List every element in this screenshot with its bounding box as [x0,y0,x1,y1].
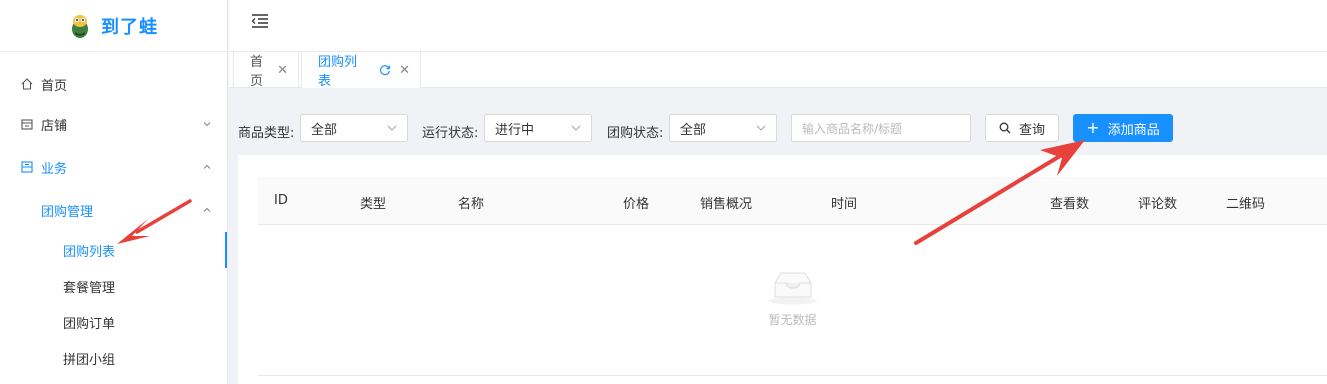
column-header: 销售概况 [700,197,753,212]
column-header: 名称 [458,197,485,212]
selected-indicator [225,232,227,268]
column-header: ID [274,193,288,208]
chevron-up-icon [203,207,211,212]
app-logo[interactable]: 到了蛙 [0,0,227,52]
empty-inbox-icon [768,272,817,305]
table-card: ID 类型 名称 价格 销售概况 时间 查看数 评论数 二维码 暂无数据 [238,155,1327,384]
sidebar-item-home[interactable]: 首页 [0,64,227,104]
column-header: 评论数 [1138,197,1178,212]
tab-label: 首页 [250,55,264,89]
sidebar-subitem-label: 团购订单 [63,316,116,332]
search-placeholder: 输入商品名称/标题 [802,121,903,136]
chevron-down-icon [756,125,766,131]
tab-bar: 首页 ✕ 团购列表 ✕ [229,52,1327,89]
home-icon [21,78,33,90]
run-select-value: 进行中 [495,122,535,138]
query-button[interactable]: 查询 [985,114,1059,142]
shop-icon [21,119,33,130]
group-status-select[interactable]: 全部 [669,114,777,142]
column-header: 类型 [360,197,387,212]
empty-state: 暂无数据 [258,247,1327,328]
sidebar-item-group-team[interactable]: 拼团小组 [0,338,227,378]
sidebar-subitem-label: 套餐管理 [63,280,116,296]
chevron-up-icon [203,164,211,169]
sidebar-item-groupbuy-orders[interactable]: 团购订单 [0,302,227,342]
business-icon [21,161,33,173]
column-header: 查看数 [1050,197,1090,212]
run-status-select[interactable]: 进行中 [484,114,592,142]
sidebar-item-shop[interactable]: 店铺 [0,104,227,144]
sidebar-group-groupbuy[interactable]: 团购管理 [0,190,227,230]
column-header: 二维码 [1226,197,1266,212]
close-icon[interactable]: ✕ [399,63,410,78]
type-select[interactable]: 全部 [300,114,408,142]
column-header: 价格 [623,197,650,212]
chevron-down-icon [203,122,211,127]
product-table: ID 类型 名称 价格 销售概况 时间 查看数 评论数 二维码 暂无数据 [258,177,1327,327]
tab-groupbuy-list[interactable]: 团购列表 ✕ [301,52,421,89]
plus-icon: + [1086,118,1100,137]
empty-text: 暂无数据 [768,313,817,327]
menu-fold-icon[interactable] [251,13,269,29]
table-header: ID 类型 名称 价格 销售概况 时间 查看数 评论数 二维码 [258,177,1327,225]
sidebar-item-business[interactable]: 业务 [0,147,227,187]
sidebar-subitem-label: 团购列表 [63,244,116,260]
sidebar-subitem-label: 拼团小组 [63,352,116,368]
top-header [229,0,1327,52]
run-filter-label: 运行状态: [422,126,479,141]
frog-logo-icon [72,14,88,38]
tab-home[interactable]: 首页 ✕ [233,52,299,89]
sidebar-item-label: 店铺 [41,118,68,134]
app-name: 到了蛙 [101,16,158,38]
table-divider [258,375,1327,376]
sidebar-group-label: 团购管理 [41,204,94,220]
sidebar-item-label: 业务 [41,161,68,177]
type-filter-label: 商品类型: [238,126,295,141]
query-button-label: 查询 [1018,122,1045,138]
main-content: 商品类型: 全部 运行状态: 进行中 团购状态: 全部 输入商品名称/标题 查询… [229,89,1327,384]
search-icon [999,122,1011,134]
tab-label: 团购列表 [318,55,358,89]
search-input[interactable]: 输入商品名称/标题 [791,114,971,142]
sidebar-item-package[interactable]: 套餐管理 [0,266,227,306]
add-button-label: 添加商品 [1107,122,1160,138]
close-icon[interactable]: ✕ [277,63,288,78]
add-product-button[interactable]: + 添加商品 [1073,114,1173,142]
sidebar-item-label: 首页 [41,78,68,94]
column-header: 时间 [831,197,858,212]
sidebar-item-groupbuy-list[interactable]: 团购列表 [0,230,227,270]
chevron-down-icon [387,125,397,131]
refresh-icon[interactable] [379,64,391,76]
type-select-value: 全部 [311,122,338,138]
group-select-value: 全部 [680,122,707,138]
chevron-down-icon [571,125,581,131]
group-filter-label: 团购状态: [607,126,664,141]
sidebar: 到了蛙 首页 店铺 业务 团购管理 团购列表 套餐管理 团购订单 拼团小组 [0,0,228,384]
